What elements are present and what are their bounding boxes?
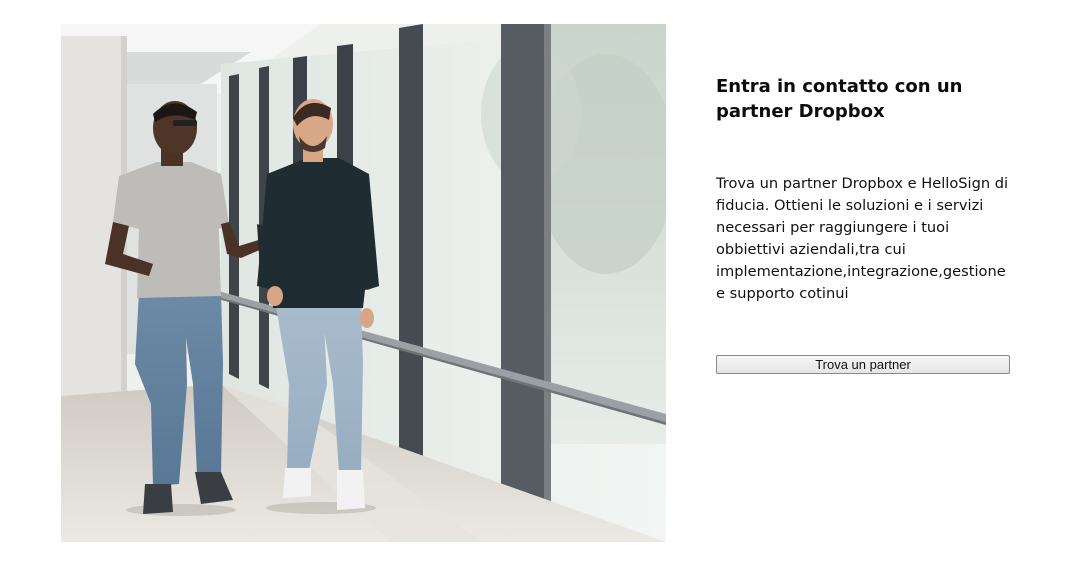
hero-photo [61, 24, 666, 542]
partner-section: Entra in contatto con un partner Dropbox… [0, 0, 1070, 568]
section-description: Trova un partner Dropbox e HelloSign di … [716, 175, 1009, 302]
section-title: Entra in contatto con un partner Dropbox [716, 76, 963, 122]
partner-content: Entra in contatto con un partner Dropbox… [716, 74, 1016, 374]
find-partner-button[interactable]: Trova un partner [716, 355, 1010, 374]
two-people-walking-photo [61, 24, 666, 542]
